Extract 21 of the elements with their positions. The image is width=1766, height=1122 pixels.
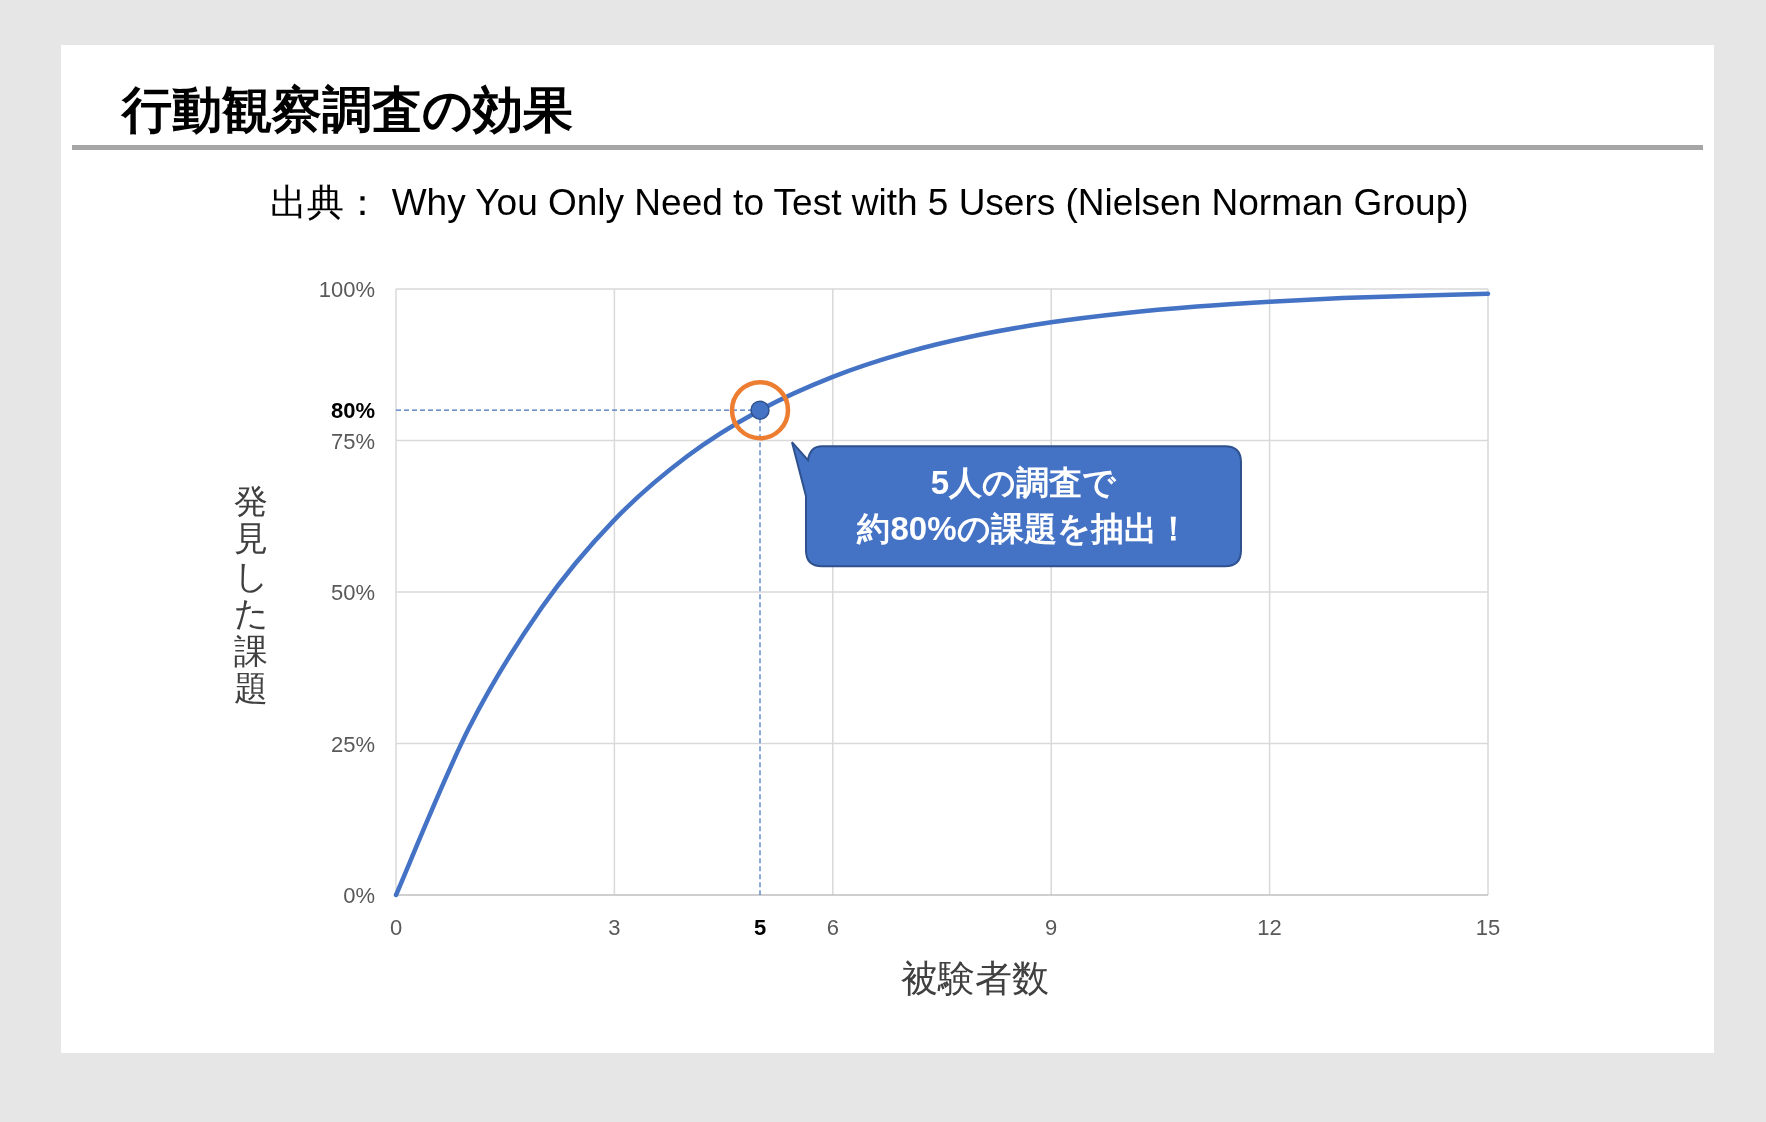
y-tick-label: 25% — [330, 731, 375, 757]
x-tick-label: 3 — [608, 915, 621, 940]
callout-text: 5人の調査で — [930, 464, 1117, 502]
slide-title: 行動観察調査の効果 — [122, 85, 573, 135]
x-tick-label: 5 — [753, 915, 767, 940]
y-tick-label: 75% — [330, 428, 375, 454]
x-tick-label: 12 — [1257, 915, 1282, 940]
y-tick-label: 80% — [330, 398, 375, 424]
x-axis-title: 被験者数 — [901, 958, 1049, 998]
highlight-ring — [729, 379, 791, 441]
y-axis-title: 発見した課題 — [234, 483, 268, 708]
callout-text: 約80%の課題を抽出！ — [857, 510, 1190, 548]
x-tick-label: 0 — [389, 915, 403, 940]
y-tick-label: 100% — [318, 277, 375, 302]
x-tick-label: 9 — [1045, 915, 1058, 940]
data-point — [750, 400, 770, 420]
source-caption: 出典： Why You Only Need to Test with 5 Users (Nielsen Norman Group) — [270, 184, 1469, 221]
y-tick-label: 0% — [343, 883, 375, 908]
x-tick-label: 6 — [826, 915, 839, 940]
x-tick-label: 15 — [1475, 915, 1501, 940]
y-tick-label: 50% — [330, 580, 375, 605]
